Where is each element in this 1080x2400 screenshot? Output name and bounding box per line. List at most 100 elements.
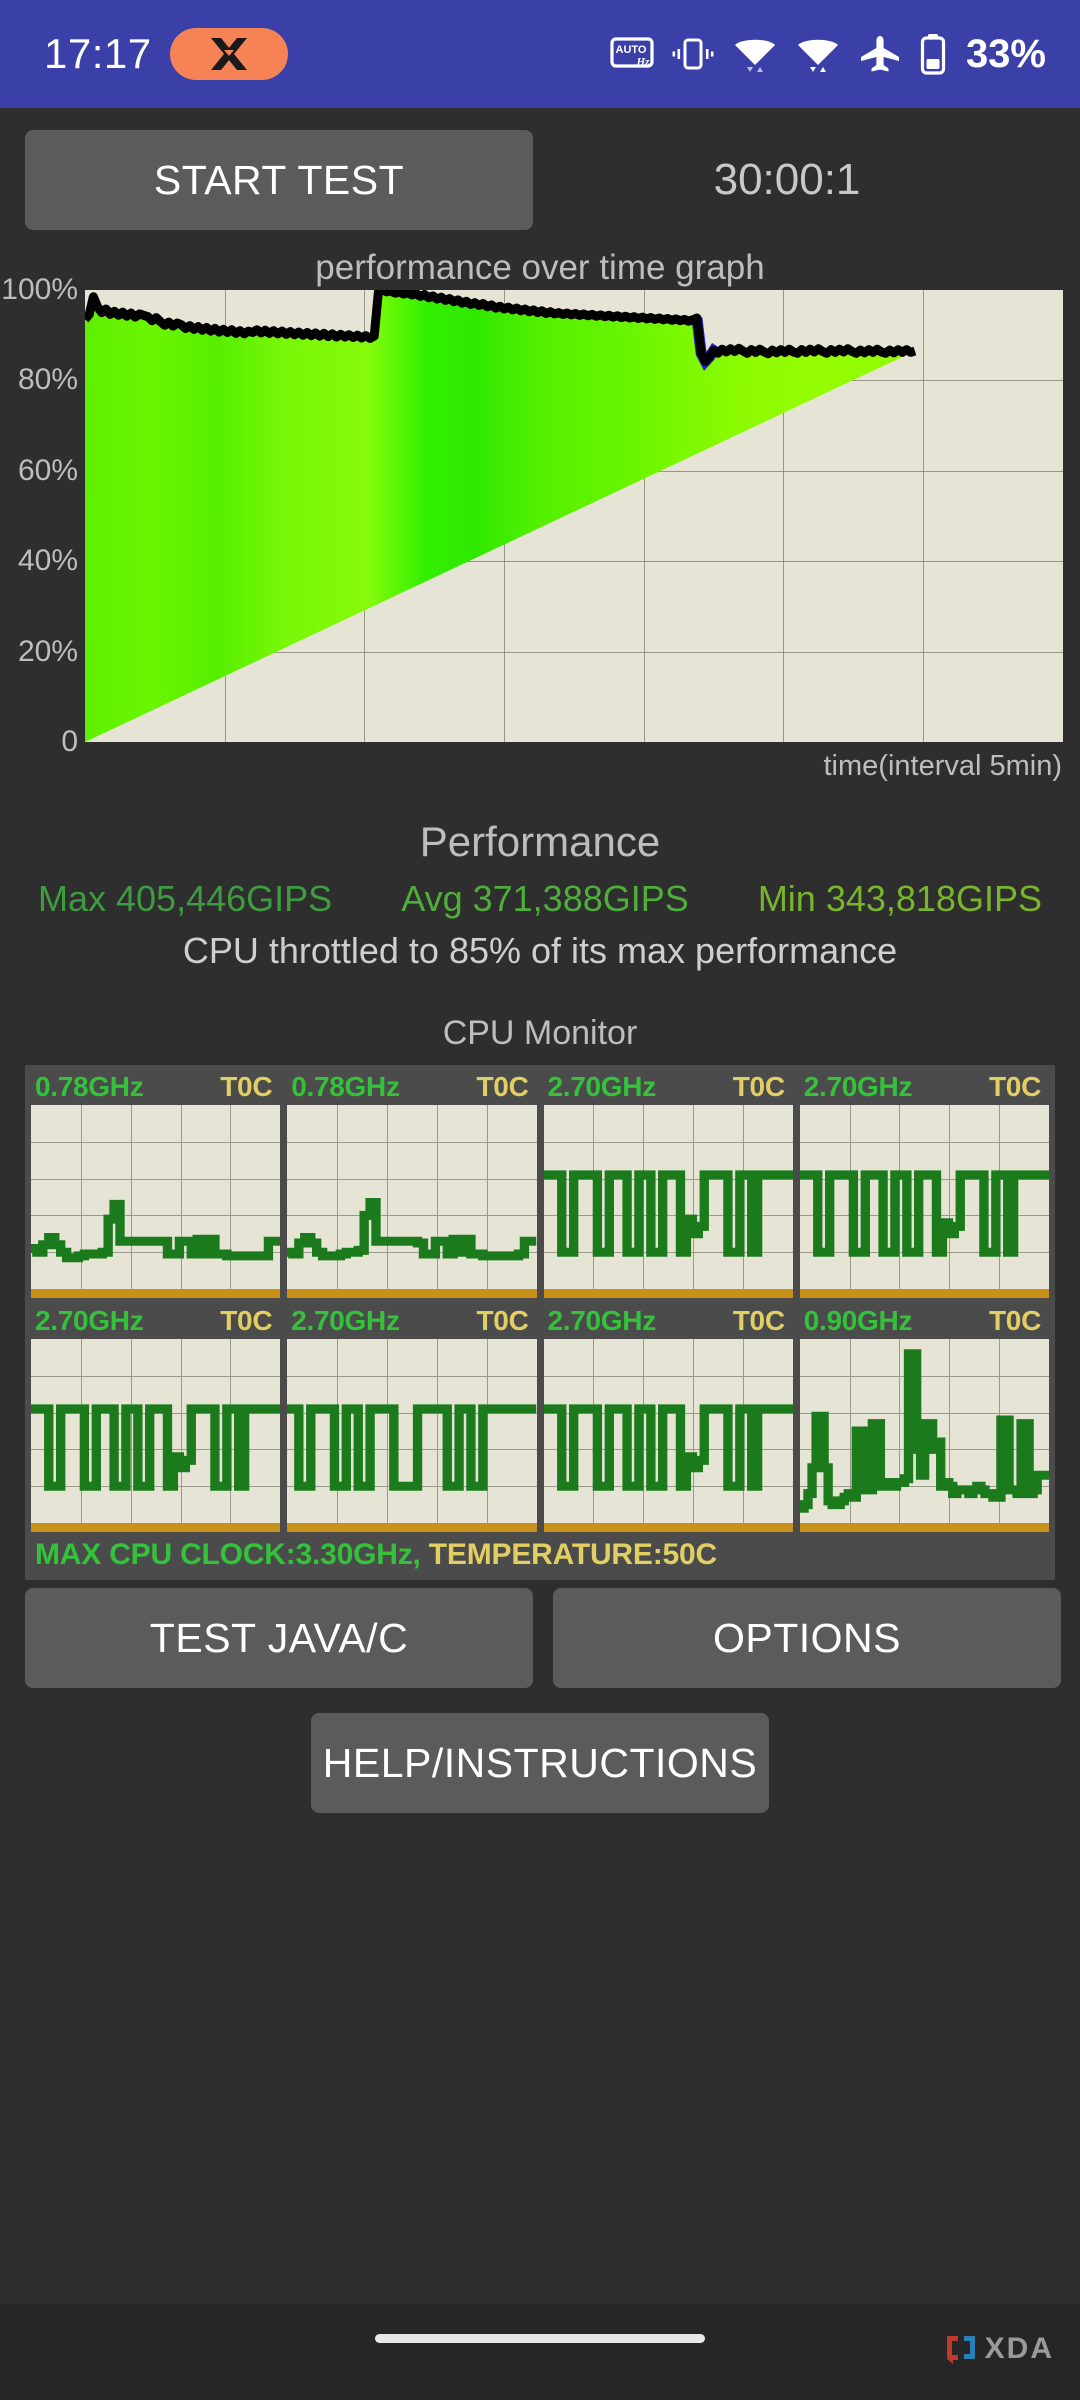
xda-watermark: XDA: [944, 2332, 1054, 2366]
graph-y-axis: 100% 80% 60% 40% 20% 0: [0, 273, 82, 758]
start-test-button[interactable]: START TEST: [25, 130, 533, 230]
cpu-core-plot: [287, 1105, 537, 1289]
cpu-core-1: 0.78GHz T0C: [287, 1071, 537, 1298]
cpu-core-0: 0.78GHz T0C: [31, 1071, 281, 1298]
svg-text:AUTO: AUTO: [615, 44, 646, 56]
x-logo-icon: [169, 28, 288, 80]
cpu-core-6: 2.70GHz T0C: [543, 1305, 793, 1532]
temperature-label: TEMPERATURE:50C: [420, 1538, 717, 1571]
cpu-core-frequency: 2.70GHz: [35, 1305, 144, 1336]
cpu-monitor: CPU Monitor 0.78GHz T0C 0.78GHz T0C 2.70GHz T…: [0, 1014, 1080, 1580]
cpu-core-temperature: T0C: [220, 1071, 273, 1102]
cpu-core-trace: [31, 1404, 281, 1491]
battery-icon: [919, 33, 947, 75]
max-cpu-clock-label: MAX CPU CLOCK:3.30GHz,: [35, 1538, 421, 1571]
status-bar: 17:17 AUTO Hz 33%: [0, 0, 1080, 108]
graph-title: performance over time graph: [315, 248, 765, 287]
cpu-core-header: 2.70GHz T0C: [287, 1305, 536, 1339]
cpu-core-plot: [287, 1339, 537, 1523]
cpu-core-4: 2.70GHz T0C: [31, 1305, 281, 1532]
cpu-core-temp-bar: [287, 1289, 537, 1298]
cpu-core-3: 2.70GHz T0C: [799, 1071, 1049, 1298]
cpu-core-header: 2.70GHz T0C: [31, 1305, 280, 1339]
performance-title: Performance: [419, 818, 661, 865]
y-tick-40: 40%: [17, 544, 78, 578]
performance-summary: Performance Max 405,446GIPS Avg 371,388G…: [0, 818, 1080, 972]
cpu-monitor-panel: 0.78GHz T0C 0.78GHz T0C 2.70GHz T0C 2.70GHz T0C…: [25, 1065, 1055, 1580]
wifi-data-icon: [795, 34, 841, 74]
cpu-core-header: 2.70GHz T0C: [800, 1071, 1049, 1105]
cpu-core-temperature: T0C: [476, 1305, 529, 1336]
test-timer: 30:00:1: [713, 155, 861, 204]
cpu-core-header: 0.78GHz T0C: [31, 1071, 280, 1105]
cpu-core-frequency: 0.78GHz: [291, 1071, 400, 1102]
options-button[interactable]: OPTIONS: [553, 1588, 1061, 1688]
cpu-core-header: 2.70GHz T0C: [544, 1305, 793, 1339]
cpu-core-frequency: 2.70GHz: [547, 1305, 657, 1336]
cpu-core-trace: [287, 1404, 537, 1491]
cpu-core-temperature: T0C: [989, 1305, 1041, 1336]
cpu-core-plot: [543, 1339, 793, 1523]
cpu-core-temp-bar: [799, 1523, 1049, 1532]
cpu-core-frequency: 2.70GHz: [547, 1071, 657, 1102]
cpu-core-grid: 0.78GHz T0C 0.78GHz T0C 2.70GHz T0C 2.70GHz T0C…: [31, 1071, 1049, 1532]
wifi-icon: [732, 34, 778, 74]
performance-min: Min 343,818GIPS: [757, 878, 1042, 919]
cpu-core-temperature: T0C: [476, 1071, 529, 1102]
cpu-core-temp-bar: [799, 1289, 1049, 1298]
airplane-mode-icon: [858, 34, 902, 74]
graph-x-axis-label: time(interval 5min): [823, 750, 1063, 782]
cpu-core-header: 0.90GHz T0C: [800, 1305, 1049, 1339]
cpu-core-plot: [799, 1105, 1049, 1289]
app-root: 17:17 AUTO Hz 33% START TEST 30:00:1 per…: [0, 0, 1080, 2400]
svg-text:Hz: Hz: [636, 56, 651, 68]
performance-stats-row: Max 405,446GIPS Avg 371,388GIPS Min 343,…: [0, 878, 1080, 920]
cpu-core-plot: [543, 1105, 793, 1289]
test-java-c-button[interactable]: TEST JAVA/C: [25, 1588, 533, 1688]
cpu-core-temp-bar: [31, 1523, 281, 1532]
xda-watermark-text: XDA: [984, 2332, 1054, 2365]
y-tick-0: 0: [61, 725, 78, 758]
top-toolbar: START TEST 30:00:1: [0, 130, 1080, 230]
cpu-core-plot: [31, 1105, 281, 1289]
cpu-core-temperature: T0C: [732, 1305, 785, 1336]
cpu-core-7: 0.90GHz T0C: [799, 1305, 1049, 1532]
cpu-core-frequency: 2.70GHz: [803, 1071, 913, 1102]
home-gesture-pill[interactable]: [375, 2334, 705, 2343]
vibrate-icon: [671, 34, 715, 74]
performance-avg: Avg 371,388GIPS: [401, 878, 689, 919]
cpu-core-header: 0.78GHz T0C: [287, 1071, 536, 1105]
battery-percent-label: 33%: [965, 31, 1046, 76]
cpu-core-temperature: T0C: [732, 1071, 785, 1102]
cpu-core-trace: [31, 1199, 281, 1263]
system-nav-bar: XDA: [0, 2304, 1080, 2400]
throttle-note: CPU throttled to 85% of its max performa…: [182, 930, 898, 971]
cpu-core-frequency: 2.70GHz: [291, 1305, 400, 1336]
cpu-monitor-footer: MAX CPU CLOCK:3.30GHz, TEMPERATURE:50C: [31, 1532, 1049, 1580]
y-tick-80: 80%: [17, 363, 78, 397]
cpu-core-trace: [543, 1404, 793, 1491]
cpu-core-plot: [799, 1339, 1049, 1523]
graph-plot-area: [85, 290, 1063, 742]
cpu-core-trace: [799, 1349, 1049, 1513]
cpu-core-frequency: 0.90GHz: [803, 1305, 913, 1336]
cpu-core-trace: [287, 1198, 537, 1261]
xda-bracket-icon: [946, 2336, 975, 2364]
help-instructions-button[interactable]: HELP/INSTRUCTIONS: [311, 1713, 769, 1813]
cpu-core-trace: [543, 1170, 793, 1257]
auto-refresh-rate-icon: AUTO Hz: [610, 34, 654, 74]
cpu-core-header: 2.70GHz T0C: [544, 1071, 793, 1105]
y-tick-20: 20%: [17, 634, 78, 668]
performance-graph: performance over time graph 100% 80% 60%…: [0, 248, 1080, 808]
cpu-core-temperature: T0C: [220, 1305, 273, 1336]
cpu-monitor-title: CPU Monitor: [442, 1014, 638, 1052]
graph-series-path: [85, 290, 917, 742]
cpu-core-frequency: 0.78GHz: [35, 1071, 144, 1102]
cpu-core-temp-bar: [287, 1523, 537, 1532]
cpu-core-plot: [31, 1339, 281, 1523]
y-tick-100: 100%: [1, 273, 78, 306]
y-tick-60: 60%: [17, 453, 78, 487]
cpu-core-temp-bar: [543, 1523, 793, 1532]
cpu-core-2: 2.70GHz T0C: [543, 1071, 793, 1298]
cpu-core-temperature: T0C: [989, 1071, 1041, 1102]
